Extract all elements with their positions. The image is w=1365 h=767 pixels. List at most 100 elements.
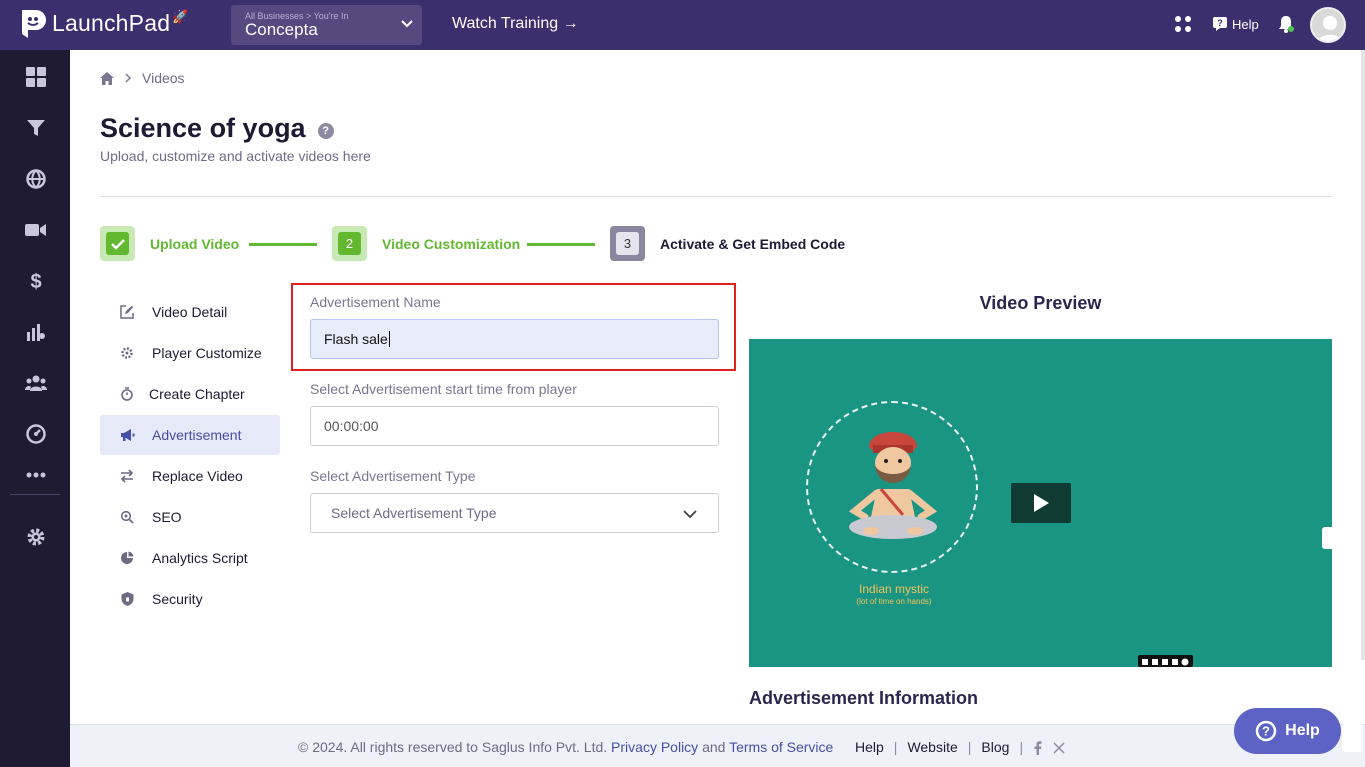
video-caption: Indian mystic	[858, 582, 930, 596]
pie-icon	[119, 550, 135, 566]
separator: |	[967, 739, 972, 755]
help-label: Help	[1232, 16, 1259, 32]
main-content: Videos Science of yoga ? Upload, customi…	[70, 50, 1365, 724]
sidebar-divider	[10, 494, 60, 495]
check-icon	[106, 232, 129, 255]
video-player[interactable]: Indian mystic (lot of time on hands)	[749, 339, 1332, 667]
page-subtitle: Upload, customize and activate videos he…	[100, 148, 371, 164]
launchpad-logo[interactable]: LaunchPad 🚀	[20, 8, 188, 38]
svg-text:?: ?	[1217, 18, 1223, 28]
advertisement-info-heading: Advertisement Information	[749, 688, 979, 708]
separator: |	[1019, 739, 1024, 755]
help-menu[interactable]: ? Help	[1212, 16, 1259, 32]
facebook-icon[interactable]	[1033, 741, 1043, 755]
settings-gear-icon[interactable]	[24, 525, 48, 549]
menu-label: Security	[152, 591, 203, 607]
funnel-icon[interactable]	[24, 116, 48, 140]
question-icon[interactable]: ?	[317, 122, 334, 139]
start-time-label: Select Advertisement start time from pla…	[310, 381, 577, 397]
more-dots-icon[interactable]	[24, 463, 48, 487]
breadcrumb: Videos	[100, 70, 185, 86]
step-connector	[527, 243, 595, 246]
menu-seo[interactable]: SEO	[100, 497, 280, 537]
menu-label: Replace Video	[152, 468, 243, 484]
footer-links: Help | Website | Blog |	[855, 739, 1065, 755]
breadcrumb-videos[interactable]: Videos	[142, 70, 185, 86]
footer-website-link[interactable]: Website	[907, 739, 957, 755]
dollar-icon[interactable]: $	[24, 269, 48, 293]
menu-create-chapter[interactable]: Create Chapter	[100, 374, 280, 414]
step-activate-embed[interactable]: 3 Activate & Get Embed Code	[610, 226, 845, 261]
top-navbar: LaunchPad 🚀 All Businesses > You're In C…	[0, 0, 1365, 50]
menu-label: Player Customize	[152, 345, 262, 361]
chevron-down-icon	[683, 510, 697, 519]
ad-name-input[interactable]: Flash sale	[310, 319, 719, 359]
page-title: Science of yoga ?	[100, 113, 334, 144]
step-label: Video Customization	[382, 235, 521, 252]
ad-type-select[interactable]: Select Advertisement Type	[310, 493, 719, 533]
start-time-value: 00:00:00	[324, 418, 379, 434]
megaphone-icon	[119, 427, 135, 443]
menu-advertisement[interactable]: Advertisement	[100, 415, 280, 455]
chevron-right-icon	[125, 73, 132, 83]
terms-link[interactable]: Terms of Service	[729, 739, 833, 755]
footer-blog-link[interactable]: Blog	[981, 739, 1009, 755]
globe-icon[interactable]	[24, 167, 48, 191]
ad-name-label: Advertisement Name	[310, 294, 441, 310]
video-camera-icon[interactable]	[24, 218, 48, 242]
yoga-mystic-illustration	[848, 432, 938, 539]
play-button[interactable]	[1011, 483, 1071, 523]
svg-text:$: $	[30, 271, 41, 292]
dashboard-icon[interactable]	[24, 65, 48, 89]
step-label: Activate & Get Embed Code	[660, 235, 846, 252]
help-chat-icon: ?	[1213, 17, 1227, 31]
footer: © 2024. All rights reserved to Saglus In…	[70, 724, 1365, 767]
footer-copyright: © 2024. All rights reserved to Saglus In…	[298, 739, 833, 755]
step-upload-video[interactable]: Upload Video	[100, 226, 239, 261]
step-label: Upload Video	[150, 235, 240, 252]
privacy-policy-link[interactable]: Privacy Policy	[611, 739, 698, 755]
scrollbar[interactable]	[1361, 50, 1365, 660]
team-icon[interactable]	[24, 371, 48, 395]
user-avatar[interactable]	[1310, 7, 1346, 43]
business-name: Concepta	[245, 20, 318, 39]
separator: |	[893, 739, 898, 755]
menu-label: Video Detail	[152, 304, 228, 320]
menu-label: Create Chapter	[149, 386, 245, 402]
page-title-text: Science of yoga	[100, 113, 306, 143]
copyright-text: © 2024. All rights reserved to Saglus In…	[298, 739, 608, 755]
edit-icon	[119, 304, 135, 320]
apps-grid-icon[interactable]	[1174, 15, 1194, 40]
step-video-customization[interactable]: 2 Video Customization	[332, 226, 520, 261]
menu-label: Advertisement	[152, 427, 242, 443]
divider	[100, 196, 1332, 197]
help-floating-button[interactable]: ? Help	[1234, 708, 1341, 754]
speedometer-icon[interactable]	[24, 422, 48, 446]
video-preview-title: Video Preview	[979, 293, 1102, 313]
notification-bell-icon[interactable]	[1276, 14, 1296, 39]
menu-replace-video[interactable]: Replace Video	[100, 456, 280, 496]
panel-toggle-handle[interactable]	[1322, 527, 1332, 549]
menu-player-customize[interactable]: Player Customize	[100, 333, 280, 373]
menu-label: Analytics Script	[152, 550, 248, 566]
menu-video-detail[interactable]: Video Detail	[100, 292, 280, 332]
footer-help-link[interactable]: Help	[855, 739, 884, 755]
menu-security[interactable]: Security	[100, 579, 280, 619]
watch-training-link[interactable]: Watch Training →	[452, 15, 579, 33]
step-connector	[249, 243, 317, 246]
ad-type-value: Select Advertisement Type	[331, 505, 497, 521]
collapse-handle[interactable]	[1342, 724, 1362, 752]
gear-brush-icon	[119, 345, 135, 361]
step-number: 2	[338, 232, 361, 255]
home-icon[interactable]	[100, 71, 114, 85]
analytics-bars-icon[interactable]	[24, 320, 48, 344]
video-controls[interactable]	[1138, 655, 1193, 667]
x-twitter-icon[interactable]	[1053, 742, 1065, 754]
business-selector[interactable]: All Businesses > You're In Concepta	[231, 5, 422, 45]
menu-label: SEO	[152, 509, 182, 525]
left-sidebar: $	[0, 50, 70, 767]
svg-text:?: ?	[1262, 724, 1270, 739]
shield-icon	[119, 591, 135, 607]
menu-analytics-script[interactable]: Analytics Script	[100, 538, 280, 578]
start-time-input[interactable]: 00:00:00	[310, 406, 719, 446]
